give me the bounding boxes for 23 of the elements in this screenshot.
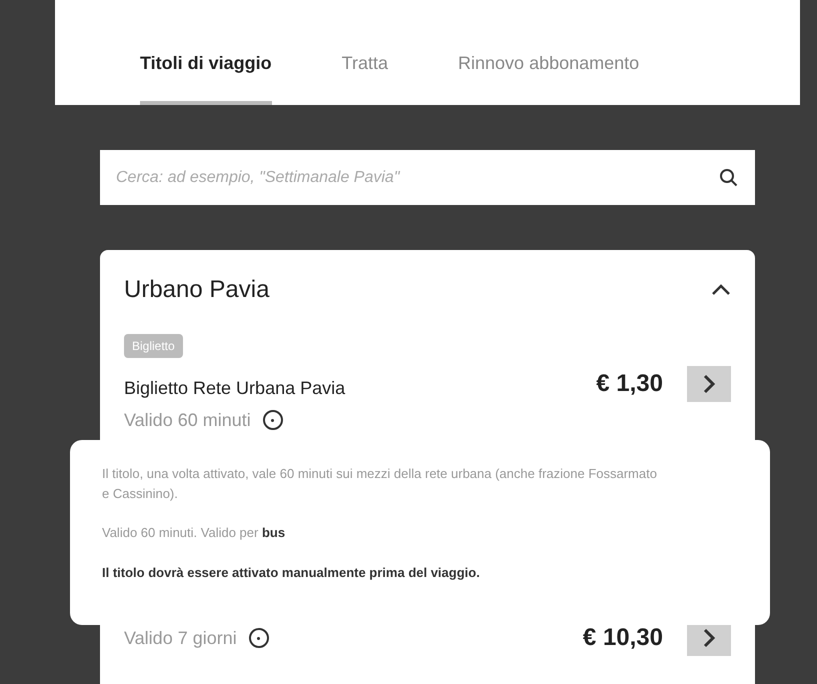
search-input[interactable]: Cerca: ad esempio, "Settimanale Pavia" bbox=[116, 166, 719, 190]
ticket-validity: Valido 7 giorni bbox=[124, 627, 237, 650]
section-title: Urbano Pavia bbox=[124, 275, 270, 305]
ticket-name: Biglietto Rete Urbana Pavia bbox=[124, 377, 346, 400]
open-ticket-button[interactable] bbox=[687, 366, 731, 402]
info-text: Il titolo, una volta attivato, vale 60 minuti sui mezzi della rete urbana (anche frazione Fossarmato e Cassinino). bbox=[102, 465, 658, 503]
collapse-button[interactable] bbox=[711, 284, 731, 296]
ticket-tag: Biglietto bbox=[124, 334, 183, 358]
info-icon[interactable] bbox=[248, 628, 269, 648]
tab[interactable]: Tratta bbox=[342, 49, 388, 105]
chevron-right-icon bbox=[702, 628, 716, 648]
chevron-up-icon bbox=[711, 284, 731, 296]
chevron-right-icon bbox=[702, 374, 716, 394]
tab[interactable]: Titoli di viaggio bbox=[140, 49, 272, 105]
tab[interactable]: Rinnovo abbonamento bbox=[458, 49, 640, 105]
info-text: Valido 60 minuti. Valido per bus bbox=[102, 524, 286, 542]
ticket-price: € 1,30 bbox=[596, 369, 663, 399]
search-field[interactable]: Cerca: ad esempio, "Settimanale Pavia" bbox=[100, 150, 755, 205]
info-text: Il titolo dovrà essere attivato manualmente prima del viaggio. bbox=[102, 564, 481, 582]
search-icon bbox=[719, 168, 739, 188]
info-icon[interactable] bbox=[262, 410, 283, 430]
ticket-price: € 10,30 bbox=[582, 623, 663, 653]
ticket-validity: Valido 60 minuti bbox=[124, 409, 251, 432]
